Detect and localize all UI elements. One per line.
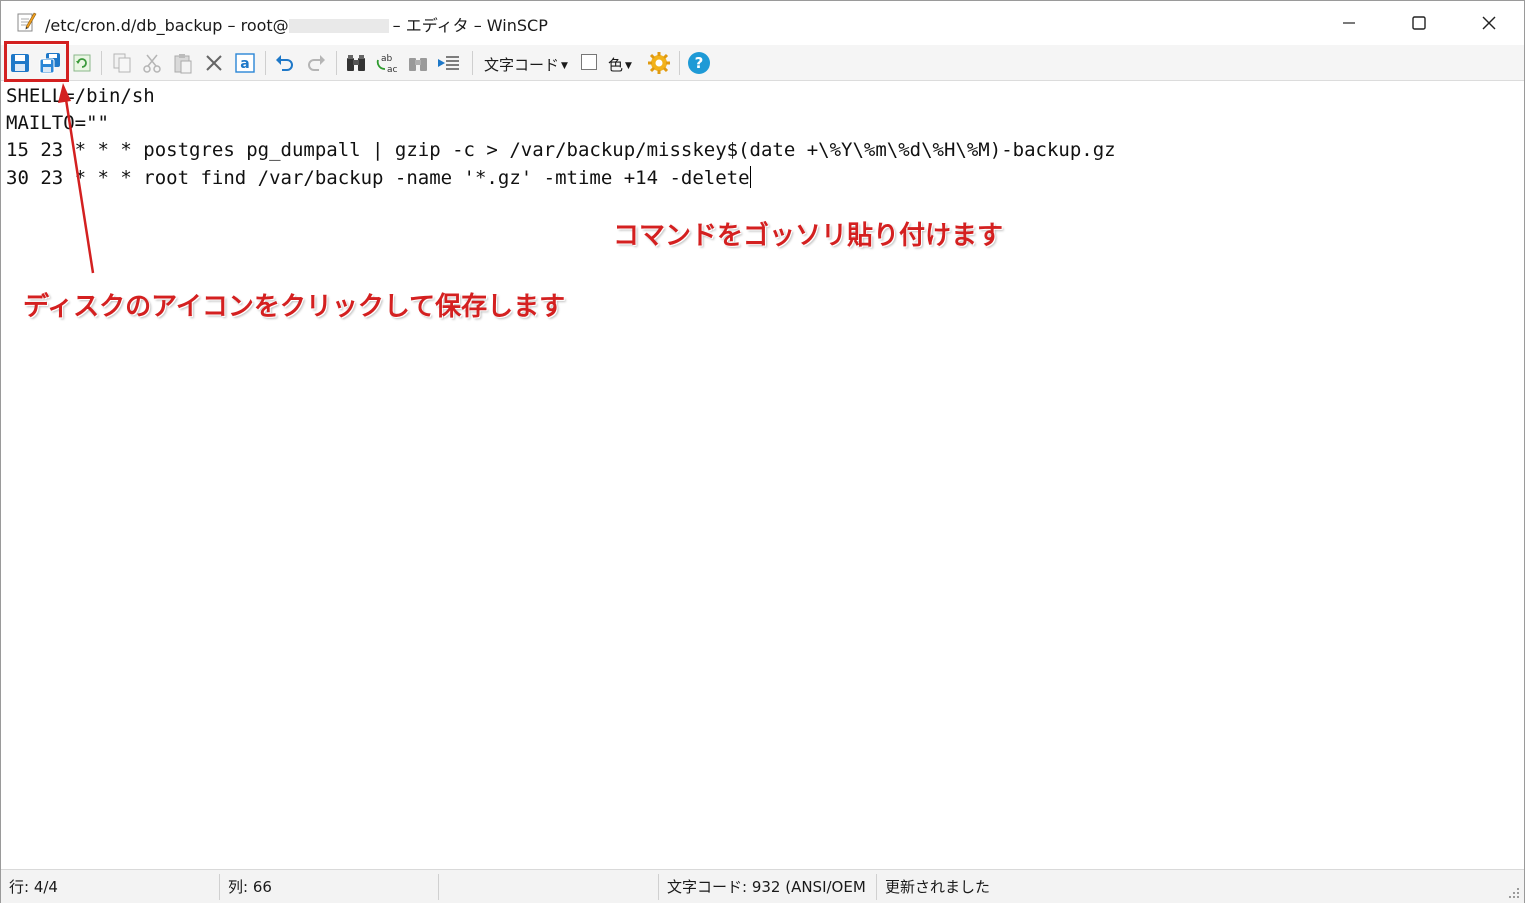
svg-text:?: ?	[695, 54, 704, 72]
find-next-button[interactable]	[406, 51, 430, 75]
select-all-button[interactable]: a	[233, 51, 257, 75]
window-title-prefix: /etc/cron.d/db_backup – root@	[45, 16, 289, 35]
toolbar-separator	[472, 51, 473, 75]
color-dropdown-label: 色	[608, 56, 624, 74]
chevron-down-icon: ▼	[625, 61, 632, 71]
goto-line-icon	[438, 56, 459, 70]
undo-icon	[276, 55, 293, 71]
toolbar: a ab ac 文字コード ▼	[1, 45, 1524, 81]
reload-icon	[73, 54, 91, 72]
title-bar: /etc/cron.d/db_backup – root@ – エディタ – Wi…	[1, 1, 1524, 45]
status-encoding: 文字コード: 932 (ANSI/OEM	[667, 878, 866, 896]
color-checkbox[interactable]	[581, 54, 597, 70]
window-title: /etc/cron.d/db_backup – root@ – エディタ – Wi…	[45, 12, 548, 36]
code-line: SHELL=/bin/sh	[6, 85, 155, 107]
redacted-host	[288, 19, 389, 33]
replace-button[interactable]: ab ac	[375, 51, 399, 75]
save-annotation: ディスクのアイコンをクリックして保存します	[23, 292, 566, 322]
color-dropdown[interactable]: 色 ▼	[608, 54, 632, 75]
redo-icon	[308, 55, 325, 71]
close-icon	[1482, 16, 1496, 30]
help-button[interactable]: ?	[687, 51, 711, 75]
find-icon	[347, 55, 365, 71]
code-line: 15 23 * * * postgres pg_dumpall | gzip -…	[6, 139, 1116, 161]
copy-icon	[113, 53, 131, 73]
resize-grip-icon[interactable]	[1508, 887, 1520, 899]
status-line: 行: 4/4	[9, 878, 58, 896]
code-line-current: 30 23 * * * root find /var/backup -name …	[6, 166, 751, 189]
status-modified: 更新されました	[885, 878, 991, 896]
code-line-text: 30 23 * * * root find /var/backup -name …	[6, 167, 750, 189]
delete-icon	[206, 55, 222, 71]
maximize-button[interactable]	[1384, 1, 1454, 45]
copy-button[interactable]	[110, 51, 134, 75]
code-line: MAILTO=""	[6, 112, 109, 134]
minimize-button[interactable]	[1314, 1, 1384, 45]
svg-text:ac: ac	[387, 65, 398, 74]
redo-button[interactable]	[304, 51, 328, 75]
find-next-icon	[409, 58, 427, 71]
paste-icon	[174, 54, 192, 74]
select-all-icon: a	[235, 53, 255, 73]
paste-button[interactable]	[171, 51, 195, 75]
replace-icon: abac	[376, 54, 398, 74]
status-bar: 行: 4/4 列: 66 文字コード: 932 (ANSI/OEM 更新されまし…	[1, 869, 1524, 903]
find-button[interactable]	[344, 51, 368, 75]
toolbar-separator	[101, 51, 102, 75]
encoding-dropdown-label: 文字コード	[484, 56, 560, 74]
notepad-icon	[15, 11, 37, 33]
settings-button[interactable]	[647, 51, 671, 75]
cut-button[interactable]	[140, 51, 164, 75]
settings-icon	[648, 52, 670, 74]
text-editor[interactable]: SHELL=/bin/sh MAILTO="" 15 23 * * * post…	[1, 82, 1524, 868]
status-divider	[438, 874, 439, 900]
chevron-down-icon: ▼	[561, 61, 568, 71]
undo-button[interactable]	[273, 51, 297, 75]
reload-button[interactable]	[70, 51, 94, 75]
status-column: 列: 66	[228, 878, 272, 896]
help-icon: ?	[688, 52, 710, 74]
editor-window: /etc/cron.d/db_backup – root@ – エディタ – Wi…	[0, 0, 1525, 903]
delete-button[interactable]	[202, 51, 226, 75]
save-icons-highlight	[4, 41, 69, 82]
toolbar-separator	[336, 51, 337, 75]
paste-annotation: コマンドをゴッソリ貼り付けます	[613, 221, 1004, 251]
toolbar-separator	[679, 51, 680, 75]
svg-text:a: a	[240, 56, 249, 72]
text-cursor	[749, 166, 751, 188]
svg-text:ab: ab	[381, 54, 393, 64]
toolbar-separator	[265, 51, 266, 75]
window-title-suffix: – エディタ – WinSCP	[392, 16, 548, 35]
cut-icon	[143, 54, 161, 73]
goto-line-button[interactable]	[437, 51, 461, 75]
minimize-icon	[1343, 22, 1355, 24]
maximize-icon	[1412, 16, 1426, 30]
close-button[interactable]	[1454, 1, 1524, 45]
encoding-dropdown[interactable]: 文字コード ▼	[484, 54, 568, 75]
